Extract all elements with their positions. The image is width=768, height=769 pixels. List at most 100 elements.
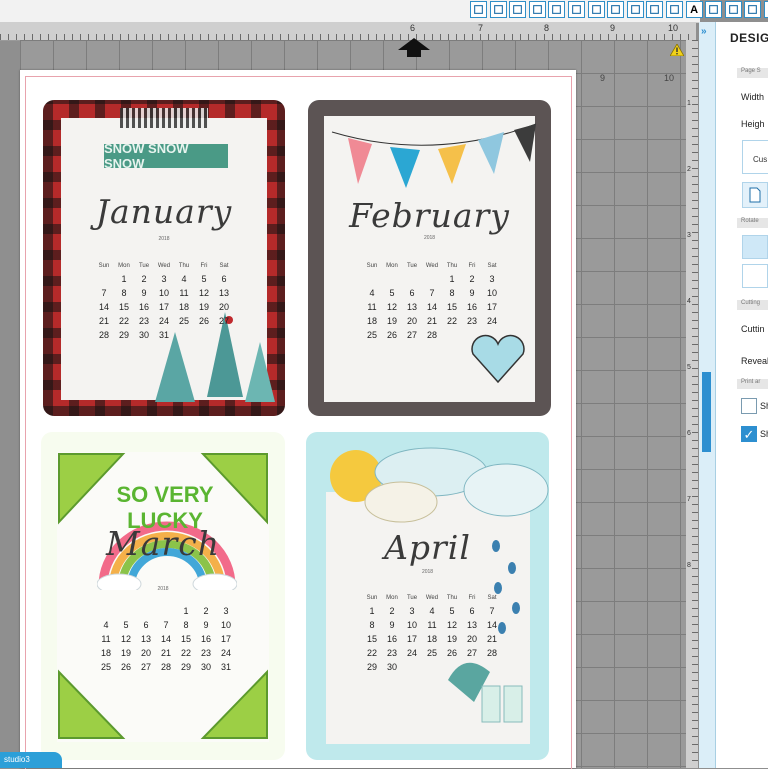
shapes-icon[interactable] [744,1,762,18]
section-page-size: Page S [737,68,768,78]
ruler-label: 1 [687,100,691,107]
calendar-day: 29 [180,662,191,672]
weekday-label: Sat [487,595,497,601]
calendar-day: 2 [389,606,395,616]
calendar-day: 16 [200,634,211,644]
cutting-mat-label: Cuttin [741,324,765,334]
warning-icon[interactable] [670,44,684,56]
calendar-day: 25 [366,330,377,340]
calendar-day: 21 [426,316,437,326]
calendar-day: 18 [100,648,111,658]
pentagon-icon[interactable] [528,1,546,18]
calendar-day: 7 [429,288,435,298]
calendar-day: 10 [406,620,417,630]
show-cut-border-checkbox[interactable]: ✓ [741,426,757,442]
calendar-day [482,328,502,342]
january-title: January [95,192,233,231]
calendar-day: 28 [98,330,109,340]
lines-2-icon[interactable] [666,1,683,18]
calendar-day [402,272,422,286]
calendar-day [116,604,136,618]
weekday-label: Sat [487,263,497,269]
calendar-day [156,604,176,618]
app-logo: studio3 [4,755,30,764]
calendar-day [422,660,442,674]
collapse-icon[interactable]: » [701,26,707,37]
calendar-day: 12 [386,302,397,312]
calendar-day: 23 [466,316,477,326]
fill-icon[interactable] [764,1,768,18]
ruler-label: 10 [668,23,679,33]
calendar-day: 9 [469,288,475,298]
rotate-right-button[interactable] [742,264,768,288]
lines-icon[interactable] [646,1,664,18]
calendar-day: 19 [198,302,209,312]
january-year: 2018 [158,236,170,242]
page-preset-dropdown[interactable]: Cus [742,140,768,174]
ruler-label: 6 [410,23,416,33]
calendar-day: 26 [198,316,209,326]
ruler-label: 3 [687,232,691,239]
weekday-label: Mon [386,263,398,269]
checkbox-label: Sh [760,429,768,439]
calendar-day: 5 [389,288,395,298]
calendar-day: 7 [489,606,495,616]
calendar-day: 30 [138,330,149,340]
calendar-day [214,328,234,342]
search-icon[interactable] [607,1,625,18]
panel-collapse-strip[interactable]: » [699,22,716,768]
pen-icon[interactable] [724,1,742,18]
calendar-day: 12 [120,634,131,644]
weekday-label: Fri [468,595,476,601]
checkbox-label: Sh [760,401,768,411]
calendar-day: 29 [366,662,377,672]
offset-icon[interactable] [548,1,566,18]
calendar-day [96,604,116,618]
weekday-label: Thu [446,263,458,269]
calendar-day: 17 [220,634,231,644]
weekday-label: Fri [468,263,476,269]
february-card[interactable] [308,100,551,416]
calendar-day: 24 [486,316,497,326]
eraser-icon[interactable] [470,1,487,18]
portrait-button[interactable] [742,182,768,208]
knife-icon[interactable] [626,1,644,18]
feed-direction-arrow-icon [398,38,430,57]
calendar-day: 8 [121,288,127,298]
calendar-day: 20 [140,648,151,658]
show-print-border-checkbox[interactable] [741,398,757,414]
panel-scrollbar[interactable] [702,372,711,452]
calendar-day: 6 [143,620,149,630]
calendar-day: 9 [389,620,395,630]
calendar-day: 10 [220,620,231,630]
mat-label: 9 [600,73,606,83]
move-icon[interactable] [705,1,723,18]
calendar-day: 28 [486,648,497,658]
grid-2-icon[interactable] [509,1,527,18]
april-title: April [384,528,471,567]
calendar-day: 4 [181,274,187,284]
calendar-day: 27 [406,330,417,340]
mat-label: 10 [664,73,675,83]
trace-icon[interactable] [587,1,605,18]
calendar-day: 14 [486,620,497,630]
section-print-area: Print ar [737,379,768,389]
calendar-day: 3 [409,606,415,616]
section-rotate: Rotate [737,218,768,228]
ruler-label: 2 [687,166,691,173]
app-logo-tab[interactable]: studio3 [0,752,62,768]
grid-icon[interactable] [489,1,507,18]
calendar-day [94,272,114,286]
weekday-label: Sun [98,263,110,269]
calendar-day [482,660,502,674]
calendar-day: 11 [179,288,189,298]
rotate-left-button[interactable] [742,235,768,259]
check-icon: ✓ [743,427,755,442]
calendar-day: 16 [138,302,149,312]
calendar-day: 13 [466,620,477,630]
calendar-day: 28 [426,330,437,340]
calendar-day: 2 [141,274,147,284]
weekday-label: Tue [138,263,150,269]
polygon-icon[interactable] [568,1,585,18]
text-icon[interactable]: A [685,1,703,18]
